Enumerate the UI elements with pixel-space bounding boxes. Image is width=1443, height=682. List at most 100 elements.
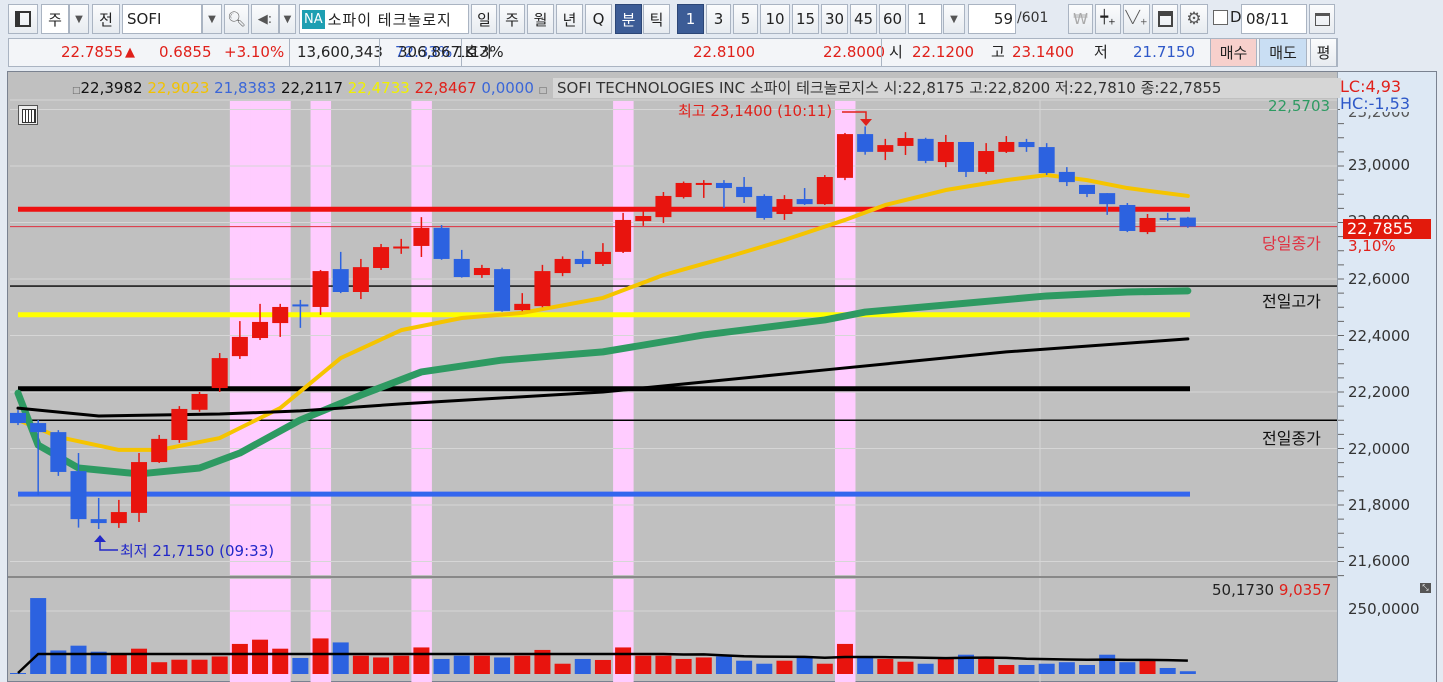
highlight-band	[613, 101, 634, 575]
axis-tick: 21,6000	[1348, 552, 1411, 570]
low-marker-label: 최저 21,7150 (09:33)	[120, 542, 275, 560]
candle-body	[594, 251, 611, 265]
candle-body	[796, 199, 813, 205]
volume-bar	[715, 656, 732, 674]
volume-bar	[514, 655, 531, 674]
candle-body	[70, 471, 87, 520]
volume-bar	[1099, 654, 1116, 674]
grid-icon	[22, 109, 36, 123]
volume-bar	[877, 658, 894, 674]
candle-body	[816, 177, 833, 205]
candle-body	[473, 267, 490, 276]
volume-bar	[574, 658, 591, 674]
volume-bar	[554, 663, 571, 674]
candle-body	[90, 519, 107, 524]
candle-body	[574, 258, 591, 265]
legend-value: 0,0000	[481, 79, 534, 97]
candle-body	[1119, 204, 1136, 231]
candle-body	[1079, 184, 1096, 194]
candle-body	[494, 269, 511, 311]
volume-axis-tick: 250,0000	[1348, 600, 1420, 618]
volume-bar	[252, 639, 269, 674]
candle-body	[50, 432, 67, 472]
volume-value: 9,0357	[1278, 581, 1332, 599]
candle-body	[675, 182, 692, 198]
volume-bar	[1038, 663, 1055, 674]
prev-close-label: 전일종가	[1262, 429, 1321, 448]
legend-value: 21,8383	[214, 79, 277, 97]
axis-tick: 22,6000	[1348, 270, 1411, 288]
volume-bar	[978, 657, 995, 674]
candle-body	[1018, 141, 1035, 148]
volume-bar	[776, 660, 793, 674]
volume-bar	[70, 645, 87, 674]
candle-body	[877, 145, 894, 152]
green-ma-value: 22,5703	[1268, 97, 1331, 115]
candle-body	[231, 336, 248, 357]
candle-body	[211, 358, 228, 389]
volume-bar	[857, 656, 874, 674]
candle-body	[514, 303, 531, 311]
volume-bar	[272, 648, 289, 674]
volume-bar	[796, 657, 813, 674]
volume-bar	[453, 655, 470, 674]
candle-body	[957, 141, 974, 172]
low-marker-arrow	[99, 541, 118, 551]
volume-bar	[695, 657, 712, 674]
volume-bar	[30, 598, 47, 674]
hc-label: HC:-1,53	[1340, 94, 1410, 113]
last-price-badge: 22,7855	[1343, 219, 1431, 239]
volume-bar	[594, 659, 611, 674]
candle-body	[110, 512, 127, 524]
candle-body	[373, 247, 390, 268]
volume-bar	[1079, 664, 1096, 674]
axis-tick: 21,8000	[1348, 496, 1411, 514]
legend-marker-icon: □	[72, 86, 81, 96]
legend-value: 22,2117	[280, 79, 343, 97]
prev-high-label: 전일고가	[1262, 292, 1321, 311]
candle-body	[10, 412, 26, 424]
candle-body	[453, 258, 470, 278]
maximize-icon[interactable]: ⤡	[1420, 583, 1431, 593]
candle-body	[1058, 171, 1075, 183]
axis-tick: 22,0000	[1348, 440, 1411, 458]
candle-body	[252, 321, 269, 339]
volume-bar	[171, 659, 188, 674]
indicator-legend: □22,3982 22,9023 21,8383 22,2117 22,4733…	[72, 78, 547, 98]
volume-bar	[1139, 659, 1156, 674]
high-marker-arrow-head	[860, 119, 872, 126]
ma-line	[14, 287, 1192, 478]
volume-bar	[615, 647, 632, 674]
candle-body	[1159, 217, 1176, 220]
candle-body	[937, 141, 954, 163]
last-change-percent: 3,10%	[1348, 237, 1396, 255]
volume-bar	[1179, 671, 1196, 674]
candle-body	[695, 182, 712, 185]
volume-bar	[352, 655, 369, 674]
candle-body	[191, 393, 208, 410]
volume-bar	[110, 654, 127, 674]
highlight-band	[270, 101, 291, 575]
candle-body	[978, 151, 995, 172]
candle-body	[413, 227, 430, 246]
volume-bar	[231, 643, 248, 674]
axis-tick: 23,0000	[1348, 156, 1411, 174]
volume-bar	[473, 655, 490, 674]
volume-bar	[998, 664, 1015, 674]
candle-body	[272, 306, 289, 324]
high-marker-label: 최고 23,1400 (10:11)	[678, 102, 833, 120]
candle-body	[292, 304, 309, 307]
legend-value: 22,8467	[414, 79, 477, 97]
candle-body	[393, 246, 410, 249]
volume-bar	[393, 655, 410, 674]
table-toggle-button[interactable]	[18, 105, 38, 125]
volume-bar	[1058, 662, 1075, 674]
volume-bar	[917, 663, 934, 674]
candle-body	[1179, 217, 1196, 227]
volume-bar	[1119, 662, 1136, 674]
chart-title: SOFI TECHNOLOGIES INC 소파이 테크놀로지스 시:22,81…	[553, 78, 1341, 98]
highlight-band	[411, 101, 432, 575]
candle-body	[332, 269, 349, 292]
volume-bar	[756, 663, 773, 674]
today-close-label: 당일종가	[1262, 234, 1321, 253]
